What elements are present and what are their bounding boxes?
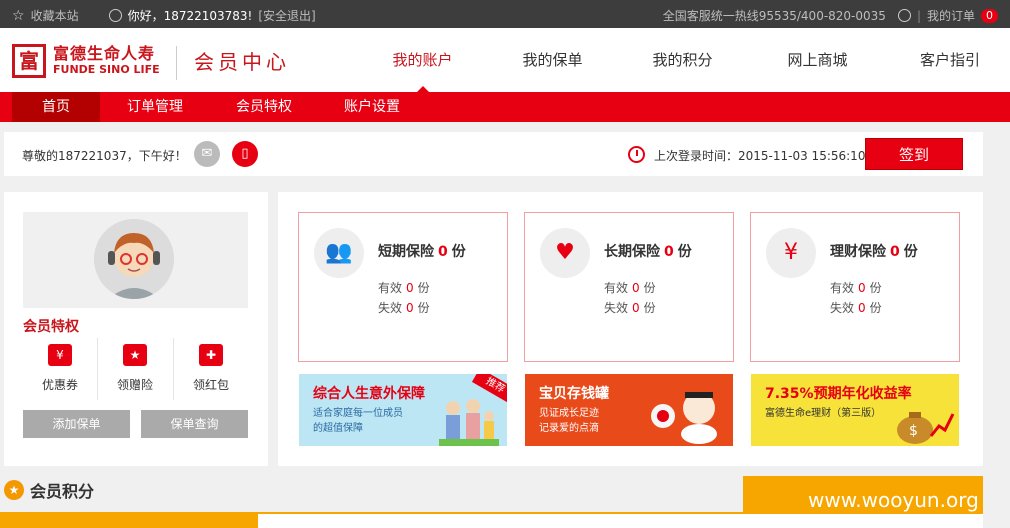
brand-name-cn: 富德生命人寿 bbox=[53, 44, 156, 63]
points-section-title: ★ 会员积分 bbox=[4, 478, 94, 502]
perks-title: 会员特权 bbox=[23, 319, 79, 335]
valid-count: 有效 0 份 bbox=[378, 281, 430, 295]
person-heart-icon: ♥ bbox=[540, 228, 590, 278]
star-icon: ☆ bbox=[12, 7, 25, 24]
nav-my-account[interactable]: 我的账户 bbox=[360, 28, 485, 92]
my-orders-link[interactable]: 我的订单 bbox=[927, 7, 975, 24]
email-icon[interactable]: ✉ bbox=[194, 141, 220, 167]
user-icon bbox=[108, 9, 122, 22]
cartoon-illustration bbox=[651, 392, 717, 444]
welcome-bar: 尊敬的187221037，下午好！ ✉ ▯ 上次登录时间：2015-11-03 … bbox=[4, 132, 983, 176]
query-policy-button[interactable]: 保单查询 bbox=[141, 410, 248, 438]
coupon-icon: ¥ bbox=[48, 344, 72, 366]
valid-count: 有效 0 份 bbox=[830, 281, 882, 295]
insurance-title: 长期保险 0 份 bbox=[604, 244, 692, 260]
nav-my-policies[interactable]: 我的保单 bbox=[485, 28, 620, 92]
perk-coupon[interactable]: ¥ 优惠券 bbox=[23, 340, 97, 400]
favorite-link[interactable]: 收藏本站 bbox=[31, 7, 79, 24]
profile-card: 会员特权 ¥ 优惠券 ★ 领赠险 ✚ 领红包 添加保单 保单查询 bbox=[4, 192, 268, 466]
perk-label: 优惠券 bbox=[41, 378, 78, 392]
logo-icon[interactable]: 富 bbox=[12, 44, 46, 78]
member-center-title: 会员中心 bbox=[194, 50, 290, 74]
yen-icon: ¥ bbox=[766, 228, 816, 278]
subnav-orders[interactable]: 订单管理 bbox=[100, 92, 210, 122]
subnav-privileges[interactable]: 会员特权 bbox=[210, 92, 318, 122]
insurance-title: 理财保险 0 份 bbox=[830, 244, 918, 260]
invalid-count: 失效 0 份 bbox=[830, 301, 882, 315]
watermark: www.wooyun.org bbox=[808, 488, 979, 512]
header: 富 富德生命人寿 FUNDE SINO LIFE 会员中心 我的账户 我的保单 … bbox=[0, 28, 1010, 92]
perk-red-packet[interactable]: ✚ 领红包 bbox=[174, 340, 248, 400]
valid-count: 有效 0 份 bbox=[604, 281, 656, 295]
main-nav: 我的账户 我的保单 我的积分 网上商城 客户指引 bbox=[360, 28, 1010, 92]
orders-count-badge: 0 bbox=[981, 8, 998, 23]
invalid-count: 失效 0 份 bbox=[378, 301, 430, 315]
brand-name-en: FUNDE SINO LIFE bbox=[53, 63, 160, 76]
perk-label: 领赠险 bbox=[116, 378, 153, 392]
hotline-text: 全国客服统一热线95535/400-820-0035 bbox=[662, 9, 886, 23]
sign-in-button[interactable]: 签到 bbox=[865, 138, 963, 170]
welcome-text: 尊敬的187221037，下午好！ bbox=[22, 149, 187, 163]
banner-wealth-product[interactable]: 7.35%预期年化收益率 富德生命e理财（第三版） $ bbox=[751, 374, 959, 446]
short-term-box[interactable]: 👥 短期保险 0 份 有效 0 份 失效 0 份 bbox=[298, 212, 508, 362]
sub-nav: 首页 订单管理 会员特权 账户设置 bbox=[0, 92, 1010, 122]
banner-accident-insurance[interactable]: 综合人生意外保障 适合家庭每一位成员 的超值保障 推荐 bbox=[299, 374, 507, 446]
add-policy-button[interactable]: 添加保单 bbox=[23, 410, 130, 438]
perk-label: 领红包 bbox=[192, 378, 229, 392]
phone-icon[interactable]: ▯ bbox=[232, 141, 258, 167]
gift-box-icon: ✚ bbox=[199, 344, 223, 366]
gift-bag-icon: ★ bbox=[123, 344, 147, 366]
svg-text:$: $ bbox=[909, 423, 918, 439]
last-login-text: 上次登录时间：2015-11-03 15:56:10 bbox=[654, 149, 866, 163]
people-icon: 👥 bbox=[314, 228, 364, 278]
nav-customer-guide[interactable]: 客户指引 bbox=[890, 28, 1010, 92]
star-icon: ★ bbox=[4, 480, 24, 500]
subnav-home[interactable]: 首页 bbox=[12, 92, 100, 122]
nav-my-points[interactable]: 我的积分 bbox=[620, 28, 745, 92]
avatar-box bbox=[23, 212, 248, 308]
subnav-settings[interactable]: 账户设置 bbox=[318, 92, 426, 122]
separator: | bbox=[916, 8, 921, 23]
points-panel bbox=[258, 512, 983, 528]
insurance-summary: 👥 短期保险 0 份 有效 0 份 失效 0 份 ♥ 长期保险 0 份 有效 0 份 失效 0 份 ¥ … bbox=[278, 192, 983, 466]
points-strip bbox=[0, 512, 258, 528]
logout-link[interactable]: [安全退出] bbox=[258, 7, 315, 24]
clock-icon bbox=[628, 146, 645, 163]
greeting-text: 你好，18722103783! bbox=[127, 9, 253, 23]
money-bag-icon: $ bbox=[897, 412, 955, 444]
account-icon[interactable] bbox=[897, 9, 911, 22]
insurance-title: 短期保险 0 份 bbox=[378, 244, 466, 260]
nav-online-mall[interactable]: 网上商城 bbox=[745, 28, 890, 92]
wealth-box[interactable]: ¥ 理财保险 0 份 有效 0 份 失效 0 份 bbox=[750, 212, 960, 362]
banner-piggy-bank[interactable]: 宝贝存钱罐 见证成长足迹 记录爱的点滴 bbox=[525, 374, 733, 446]
family-illustration bbox=[439, 399, 499, 446]
divider bbox=[176, 46, 177, 80]
top-bar: ☆ 收藏本站 你好，18722103783! [安全退出] 全国客服统一热线95… bbox=[0, 0, 1010, 28]
avatar[interactable] bbox=[94, 219, 174, 299]
invalid-count: 失效 0 份 bbox=[604, 301, 656, 315]
long-term-box[interactable]: ♥ 长期保险 0 份 有效 0 份 失效 0 份 bbox=[524, 212, 734, 362]
perk-gift-insurance[interactable]: ★ 领赠险 bbox=[98, 340, 172, 400]
brand: 富德生命人寿 FUNDE SINO LIFE bbox=[53, 45, 160, 77]
